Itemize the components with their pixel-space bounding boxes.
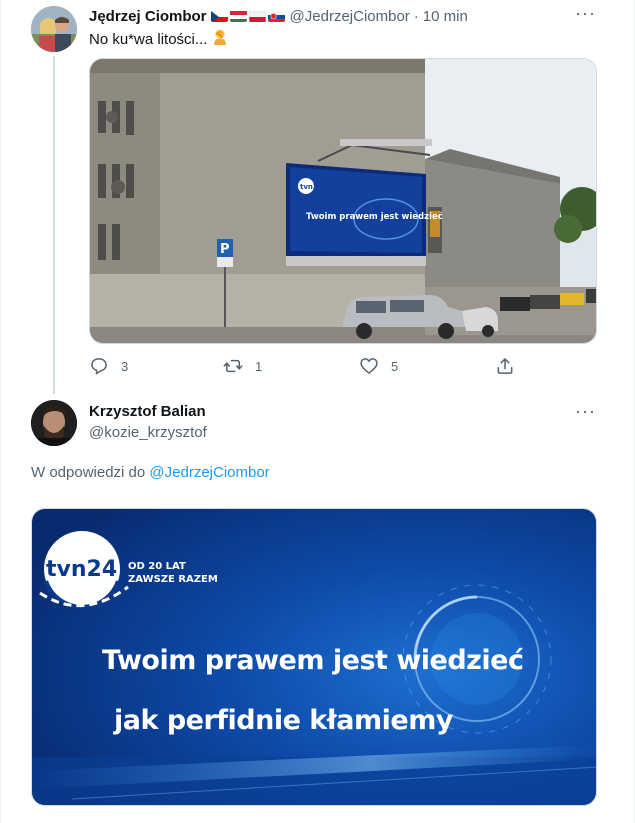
reply-icon — [91, 358, 107, 375]
tweet-image[interactable]: tvn24 OD 20 LAT ZAWSZE RAZEM Twoim prawe… — [31, 508, 597, 806]
logo-tagline-1: OD 20 LAT — [128, 561, 186, 572]
pl-flag-icon — [248, 10, 266, 22]
tweet-text: No ku*wa litości... — [89, 28, 229, 50]
reply-prefix: W odpowiedzi do — [31, 464, 146, 481]
svg-text:P: P — [220, 242, 230, 257]
logo-tagline-2: ZAWSZE RAZEM — [128, 574, 218, 585]
share-icon — [497, 358, 513, 374]
more-options-icon[interactable]: ··· — [575, 402, 595, 424]
tweet-text-content: No ku*wa litości... — [89, 30, 208, 48]
author-name[interactable]: Jędrzej Ciombor — [89, 8, 207, 25]
tweet-image[interactable]: tvn24 Twoim prawem jest wiedzieć P — [89, 58, 597, 344]
separator: · — [413, 7, 419, 25]
billboard-text: Twoim prawem jest wiedzieć — [306, 211, 443, 222]
avatar[interactable] — [31, 6, 77, 52]
retweet-count: 1 — [255, 358, 263, 374]
billboard-logo: tvn24 — [300, 183, 323, 191]
author-handle[interactable]: @kozie_krzysztof — [89, 424, 207, 441]
timeline: Jędrzej Ciombor @JedrzejCiombor · 10 min… — [0, 0, 635, 823]
person-facepalm-icon — [211, 28, 229, 50]
flag-emojis — [210, 10, 285, 22]
like-count: 5 — [391, 358, 399, 374]
sk-flag-icon — [267, 10, 285, 22]
reply-context: W odpowiedzi do @JedrzejCiombor — [31, 464, 270, 481]
author-name[interactable]: Krzysztof Balian — [89, 403, 206, 420]
heart-icon — [360, 358, 378, 374]
avatar[interactable] — [31, 400, 77, 446]
reply-button[interactable]: 3 — [89, 356, 128, 376]
retweet-button[interactable]: 1 — [223, 356, 262, 376]
thread-connector — [53, 56, 55, 394]
tweet-header: Jędrzej Ciombor @JedrzejCiombor · 10 min — [89, 6, 468, 26]
tvn24-logo: tvn24 — [46, 557, 118, 582]
like-button[interactable]: 5 — [359, 356, 398, 376]
headline-line-1: Twoim prawem jest wiedzieć — [102, 645, 524, 676]
reply-to-link[interactable]: @JedrzejCiombor — [149, 464, 269, 481]
hu-flag-icon — [229, 10, 247, 22]
cz-flag-icon — [210, 10, 228, 22]
timestamp[interactable]: 10 min — [423, 8, 468, 25]
tweet-actions: 3 1 5 — [89, 356, 519, 378]
author-handle[interactable]: @JedrzejCiombor — [290, 8, 410, 25]
reply-count: 3 — [121, 358, 129, 374]
more-options-icon[interactable]: ··· — [575, 4, 595, 26]
share-button[interactable] — [495, 356, 515, 376]
retweet-icon — [223, 359, 243, 373]
headline-line-2: jak perfidnie kłamiemy — [114, 705, 453, 736]
